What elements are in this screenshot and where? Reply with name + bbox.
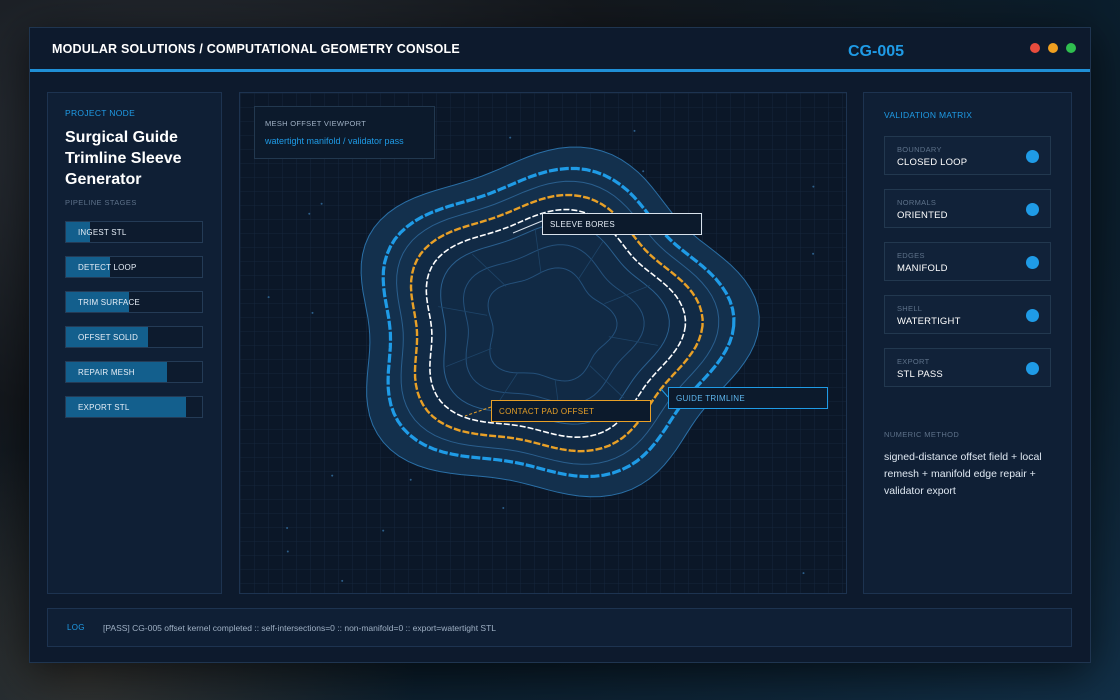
minimize-window-button[interactable] xyxy=(1048,43,1058,53)
validation-key: EDGES xyxy=(897,251,925,260)
stage-label: OFFSET SOLID xyxy=(78,333,139,342)
numeric-method-text: signed-distance offset field + local rem… xyxy=(884,451,1042,497)
validation-key: SHELL xyxy=(897,304,923,313)
validation-item-boundary[interactable]: BOUNDARY CLOSED LOOP xyxy=(884,136,1051,175)
callout-contact-pad-offset[interactable]: CONTACT PAD OFFSET xyxy=(491,400,651,422)
scatter-point xyxy=(642,170,645,173)
validation-item-edges[interactable]: EDGES MANIFOLD xyxy=(884,242,1051,281)
validation-panel: VALIDATION MATRIX BOUNDARY CLOSED LOOP N… xyxy=(863,92,1072,594)
validation-matrix-label: VALIDATION MATRIX xyxy=(884,110,973,120)
scatter-point xyxy=(812,185,815,188)
scatter-point xyxy=(311,311,314,314)
viewport-subtitle: watertight manifold / validator pass xyxy=(265,136,404,146)
scatter-point xyxy=(812,252,815,255)
status-indicator-dot xyxy=(1026,256,1039,269)
status-indicator-dot xyxy=(1026,362,1039,375)
scatter-point xyxy=(633,129,636,132)
validation-key: BOUNDARY xyxy=(897,145,942,154)
validation-item-normals[interactable]: NORMALS ORIENTED xyxy=(884,189,1051,228)
validation-value: ORIENTED xyxy=(897,210,948,221)
validation-key: EXPORT xyxy=(897,357,930,366)
stage-export-stl[interactable]: EXPORT STL xyxy=(65,396,203,418)
project-node-label: PROJECT NODE xyxy=(65,108,136,118)
validation-value: STL PASS xyxy=(897,369,943,380)
project-panel: PROJECT NODE Surgical Guide Trimline Sle… xyxy=(47,92,222,594)
log-message: [PASS] CG-005 offset kernel completed ::… xyxy=(103,623,497,633)
status-indicator-dot xyxy=(1026,309,1039,322)
stage-label: REPAIR MESH xyxy=(78,368,135,377)
scatter-point xyxy=(341,579,344,582)
callout-sleeve-bores[interactable]: SLEEVE BORES xyxy=(542,213,702,235)
pipeline-stages-label: PIPELINE STAGES xyxy=(65,198,137,207)
validation-value: CLOSED LOOP xyxy=(897,157,968,168)
log-panel: LOG [PASS] CG-005 offset kernel complete… xyxy=(47,608,1072,647)
scatter-point xyxy=(308,212,311,215)
validation-value: WATERTIGHT xyxy=(897,316,961,327)
title-bar: MODULAR SOLUTIONS / COMPUTATIONAL GEOMET… xyxy=(30,28,1090,72)
project-title: Surgical Guide Trimline Sleeve Generator xyxy=(65,129,182,188)
scatter-point xyxy=(502,507,505,509)
validation-item-shell[interactable]: SHELL WATERTIGHT xyxy=(884,295,1051,334)
console-id: CG-005 xyxy=(848,43,905,60)
stage-ingest-stl[interactable]: INGEST STL xyxy=(65,221,203,243)
numeric-method-label: NUMERIC METHOD xyxy=(884,430,960,439)
status-indicator-dot xyxy=(1026,203,1039,216)
scatter-point xyxy=(802,572,805,575)
validation-value: MANIFOLD xyxy=(897,263,948,274)
close-window-button[interactable] xyxy=(1030,43,1040,53)
stage-detect-loop[interactable]: DETECT LOOP xyxy=(65,256,203,278)
log-label: LOG xyxy=(67,623,85,632)
stage-label: EXPORT STL xyxy=(78,403,130,412)
mesh-viewport[interactable]: MESH OFFSET VIEWPORT watertight manifold… xyxy=(239,92,847,594)
status-indicator-dot xyxy=(1026,150,1039,163)
viewport-title: MESH OFFSET VIEWPORT xyxy=(265,119,367,128)
stage-trim-surface[interactable]: TRIM SURFACE xyxy=(65,291,203,313)
stage-label: INGEST STL xyxy=(78,228,127,237)
stage-offset-solid[interactable]: OFFSET SOLID xyxy=(65,326,203,348)
mesh-canvas[interactable] xyxy=(240,93,847,594)
viewport-info-card: MESH OFFSET VIEWPORT watertight manifold… xyxy=(254,106,435,159)
app-title: MODULAR SOLUTIONS / COMPUTATIONAL GEOMET… xyxy=(52,42,460,56)
console-window: MODULAR SOLUTIONS / COMPUTATIONAL GEOMET… xyxy=(29,27,1091,663)
stage-repair-mesh[interactable]: REPAIR MESH xyxy=(65,361,203,383)
scatter-point xyxy=(320,202,323,205)
scatter-point xyxy=(267,296,270,299)
stage-label: TRIM SURFACE xyxy=(78,298,140,307)
callout-guide-trimline[interactable]: GUIDE TRIMLINE xyxy=(668,387,828,409)
validation-key: NORMALS xyxy=(897,198,937,207)
maximize-window-button[interactable] xyxy=(1066,43,1076,53)
scatter-point xyxy=(331,474,334,477)
stage-label: DETECT LOOP xyxy=(78,263,137,272)
scatter-point xyxy=(509,136,512,139)
scatter-point xyxy=(382,529,385,532)
scatter-point xyxy=(409,478,412,481)
scatter-point xyxy=(286,527,289,529)
scatter-point xyxy=(286,550,289,553)
validation-item-export[interactable]: EXPORT STL PASS xyxy=(884,348,1051,387)
